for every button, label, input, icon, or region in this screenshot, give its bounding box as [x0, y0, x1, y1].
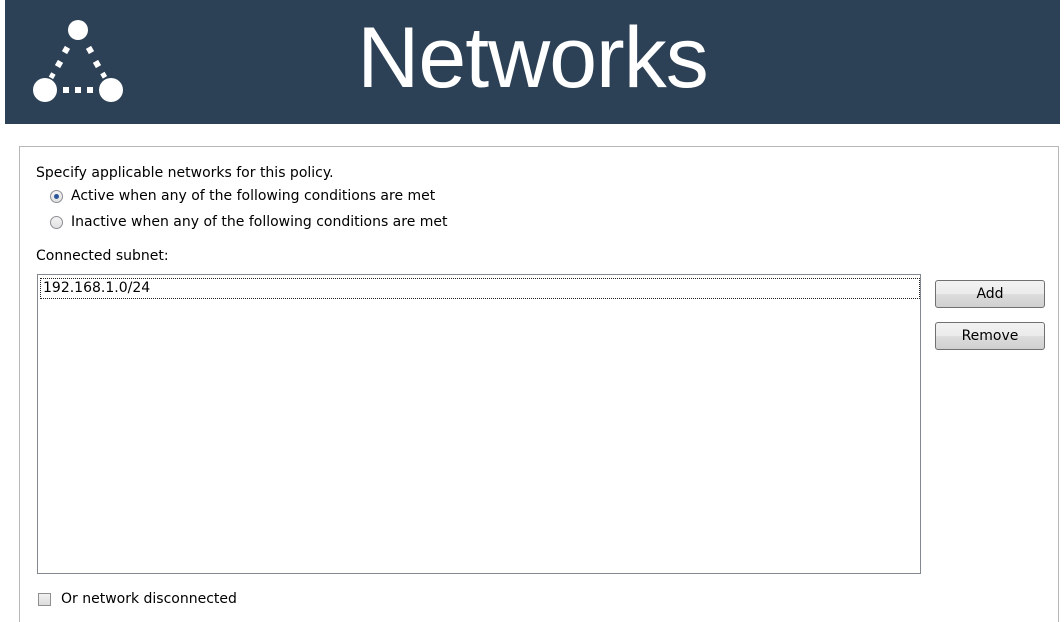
inactive-radio[interactable] — [50, 216, 63, 229]
page-title: Networks — [357, 10, 708, 106]
remove-button[interactable]: Remove — [935, 322, 1045, 350]
connected-subnet-label: Connected subnet: — [36, 248, 169, 264]
policy-description: Specify applicable networks for this pol… — [36, 165, 334, 181]
networks-panel: Specify applicable networks for this pol… — [19, 146, 1059, 622]
add-button[interactable]: Add — [935, 280, 1045, 308]
network-disconnected-label[interactable]: Or network disconnected — [61, 590, 237, 608]
active-radio[interactable] — [50, 190, 63, 203]
header-banner: Networks — [5, 0, 1060, 124]
network-disconnected-checkbox[interactable] — [38, 593, 51, 606]
list-item[interactable]: 192.168.1.0/24 — [40, 278, 920, 299]
inactive-radio-label[interactable]: Inactive when any of the following condi… — [71, 213, 448, 231]
active-radio-label[interactable]: Active when any of the following conditi… — [71, 187, 435, 205]
subnet-list[interactable]: 192.168.1.0/24 — [37, 274, 921, 574]
